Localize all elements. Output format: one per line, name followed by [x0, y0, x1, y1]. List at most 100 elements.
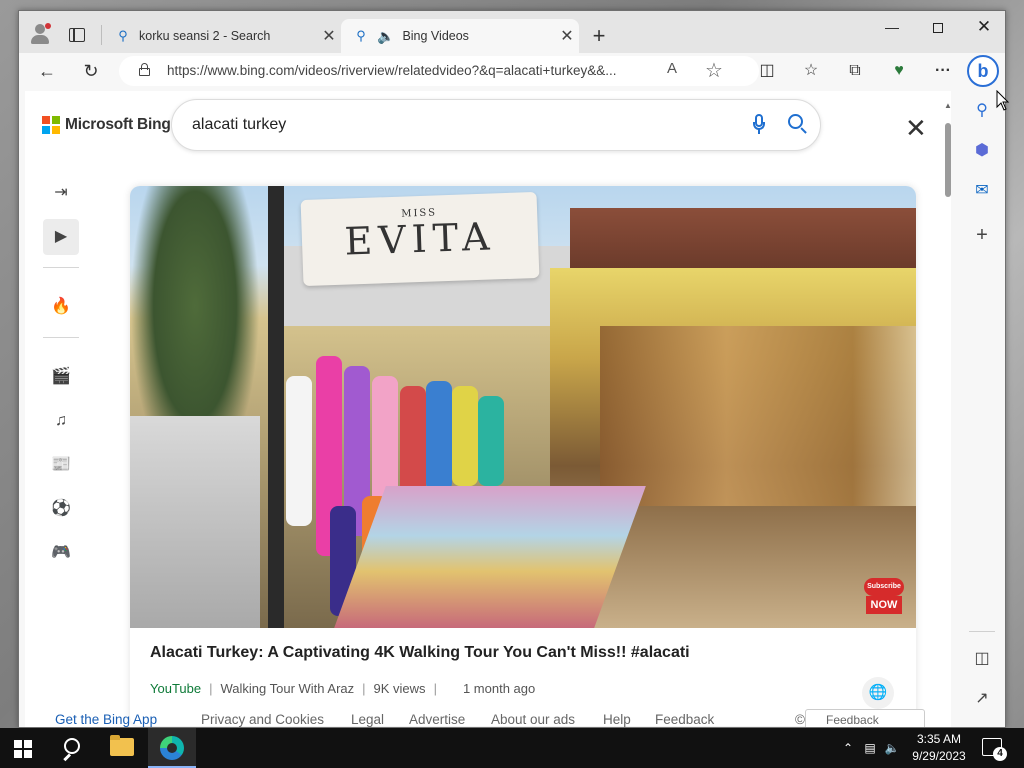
split-screen-icon[interactable]: ◫: [755, 59, 779, 83]
new-tab-button[interactable]: +: [585, 23, 613, 51]
refresh-button[interactable]: ↻: [77, 57, 105, 85]
microsoft-bing-logo[interactable]: Microsoft Bing: [42, 116, 171, 134]
subscribe-badge: Subscribe NOW: [864, 578, 904, 616]
tab-bar: ⚲ korku seansi 2 - Search ✕ ⚲ 🔈 Bing Vid…: [19, 11, 1005, 53]
file-explorer-icon[interactable]: [98, 728, 146, 768]
movie-icon[interactable]: 🎬: [43, 359, 79, 395]
tiled-roof: [570, 208, 916, 268]
divider: [969, 631, 995, 632]
outlook-icon[interactable]: ✉: [970, 179, 994, 203]
privacy-link[interactable]: Privacy and Cookies: [201, 712, 324, 727]
search-icon[interactable]: ⚲: [970, 99, 994, 123]
video-source[interactable]: YouTube: [150, 681, 201, 696]
about-ads-link[interactable]: About our ads: [491, 712, 575, 727]
lock-icon[interactable]: [139, 63, 150, 76]
help-link[interactable]: Help: [603, 712, 631, 727]
video-card[interactable]: MISS EVITA Subscribe NOW Alacati Turkey:…: [130, 186, 916, 726]
tab-korku-seansi[interactable]: ⚲ korku seansi 2 - Search ✕: [103, 19, 341, 53]
music-icon[interactable]: ♫: [43, 403, 79, 439]
collections-icon[interactable]: ⧉: [843, 59, 867, 83]
feedback-link[interactable]: Feedback: [655, 712, 714, 727]
scrollbar-thumb[interactable]: [945, 123, 951, 197]
back-button[interactable]: ←: [33, 57, 61, 85]
now-text: NOW: [866, 596, 902, 614]
notification-center-icon[interactable]: 4: [982, 738, 1007, 761]
yarn-strand: [286, 376, 312, 526]
start-button[interactable]: [14, 740, 32, 758]
upload-age: 1 month ago: [462, 681, 536, 696]
sports-icon[interactable]: ⚽: [43, 491, 79, 527]
page-footer: Get the Bing App Privacy and Cookies Leg…: [25, 709, 951, 727]
url-text[interactable]: https://www.bing.com/videos/riverview/re…: [167, 63, 657, 78]
tab-actions-icon[interactable]: [69, 28, 85, 42]
hide-sidebar-icon[interactable]: ◫: [970, 647, 994, 671]
brand-name: Microsoft Bing: [65, 116, 171, 133]
gaming-icon[interactable]: 🎮: [43, 535, 79, 571]
legal-link[interactable]: Legal: [351, 712, 384, 727]
yarn-strand: [426, 381, 452, 491]
add-sidebar-app-button[interactable]: +: [970, 223, 994, 247]
read-aloud-icon[interactable]: A: [667, 60, 677, 77]
search-icon[interactable]: [788, 114, 808, 134]
minimize-button[interactable]: —: [869, 11, 915, 43]
browser-window: ⚲ korku seansi 2 - Search ✕ ⚲ 🔈 Bing Vid…: [18, 10, 1006, 728]
yarn-strand: [452, 386, 478, 486]
view-count: 9K views: [373, 681, 426, 696]
tab-title: korku seansi 2 - Search: [139, 29, 271, 43]
maximize-icon: [933, 23, 943, 34]
browser-essentials-icon[interactable]: ♥: [887, 59, 911, 83]
open-external-icon[interactable]: ↗: [970, 687, 994, 711]
get-bing-app-link[interactable]: Get the Bing App: [55, 712, 157, 727]
microsoft-logo-icon: [42, 116, 60, 134]
page-scrollbar[interactable]: ▲: [944, 101, 951, 727]
close-viewer-button[interactable]: ✕: [905, 115, 927, 141]
tab-bing-videos[interactable]: ⚲ 🔈 Bing Videos ✕: [341, 19, 579, 53]
close-window-button[interactable]: ✕: [961, 11, 1005, 43]
logo-tile: [52, 126, 60, 134]
globe-icon[interactable]: 🌐: [862, 677, 894, 709]
network-icon[interactable]: ▤: [862, 740, 878, 756]
address-bar[interactable]: https://www.bing.com/videos/riverview/re…: [119, 56, 759, 86]
bing-header: Microsoft Bing alacati turkey ✕: [25, 91, 951, 171]
black-pole: [268, 186, 284, 628]
video-icon[interactable]: ▶: [43, 219, 79, 255]
video-title[interactable]: Alacati Turkey: A Captivating 4K Walking…: [150, 644, 690, 662]
microphone-icon[interactable]: [752, 114, 766, 136]
trending-icon[interactable]: 🔥: [43, 289, 79, 325]
feedback-button[interactable]: Feedback: [805, 709, 925, 727]
speaker-icon[interactable]: 🔈: [377, 28, 394, 45]
chevron-up-icon[interactable]: ⌃: [840, 740, 856, 756]
shop-sign: MISS EVITA: [300, 191, 540, 287]
news-icon[interactable]: 📰: [43, 447, 79, 483]
channel-name[interactable]: Walking Tour With Araz: [220, 681, 354, 696]
profile-avatar-icon[interactable]: [29, 23, 51, 45]
windows-taskbar: ⌃ ▤ 🔈 3:35 AM 9/29/2023 4: [0, 728, 1024, 768]
copyright: ©: [795, 712, 805, 727]
copilot-button[interactable]: b: [967, 55, 999, 87]
search-icon[interactable]: [58, 736, 84, 762]
video-thumbnail[interactable]: MISS EVITA Subscribe NOW: [130, 186, 916, 628]
system-clock[interactable]: 3:35 AM 9/29/2023: [904, 731, 974, 765]
scroll-up-arrow-icon[interactable]: ▲: [944, 101, 951, 110]
maximize-button[interactable]: [915, 11, 961, 43]
notification-dot: [45, 23, 51, 29]
more-options-button[interactable]: ···: [931, 59, 955, 83]
divider: [43, 337, 79, 338]
favorites-icon[interactable]: ☆: [799, 59, 823, 83]
advertise-link[interactable]: Advertise: [409, 712, 465, 727]
copilot-icon[interactable]: ⬢: [970, 139, 994, 163]
volume-icon[interactable]: 🔈: [884, 740, 900, 756]
close-tab-button[interactable]: ✕: [317, 26, 341, 46]
edge-sidebar: ⚲ ⬢ ✉ + ◫ ↗: [957, 91, 1005, 727]
mouse-cursor-icon: [996, 90, 1010, 111]
search-input[interactable]: alacati turkey: [192, 116, 286, 134]
sidebar-toggle-icon[interactable]: ⇥: [43, 175, 79, 211]
notification-count: 4: [993, 747, 1007, 761]
web-page: Microsoft Bing alacati turkey ✕ ⇥ ▶ 🔥 🎬 …: [25, 91, 951, 727]
close-tab-button[interactable]: ✕: [555, 26, 579, 46]
yarn-strand: [478, 396, 504, 486]
favorite-star-icon[interactable]: ☆: [705, 58, 723, 83]
edge-icon[interactable]: [148, 728, 196, 768]
separator: |: [433, 681, 437, 696]
search-box[interactable]: alacati turkey: [171, 99, 821, 151]
